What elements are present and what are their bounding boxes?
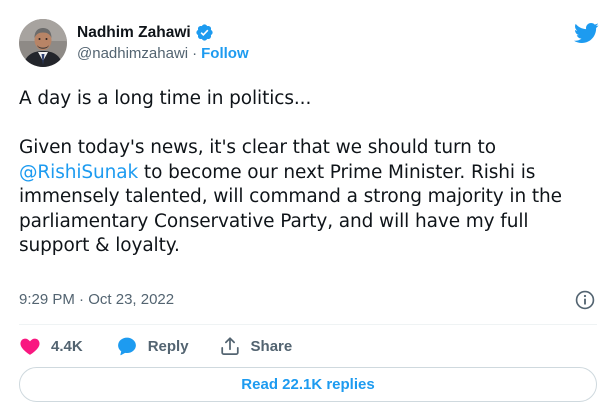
tweet-paragraph-2-start: Given today's news, it's clear that we s… [19,137,496,158]
like-button[interactable]: 4.4K [19,335,83,357]
tweet-time[interactable]: 9:29 PM [19,291,75,308]
author-name[interactable]: Nadhim Zahawi [77,24,191,42]
read-replies-button[interactable]: Read 22.1K replies [19,367,597,402]
share-upload-icon [220,337,239,355]
speech-bubble-icon [117,337,136,356]
share-button[interactable]: Share [219,335,293,357]
tweet-card: Nadhim Zahawi @nadhimzahawi · Follow A d… [0,0,616,405]
tweet-paragraph-2: Given today's news, it's clear that we s… [19,136,604,259]
heart-icon [20,338,40,355]
tweet-date[interactable]: Oct 23, 2022 [88,291,174,308]
tweet-timestamp[interactable]: 9:29 PM · Oct 23, 2022 [19,288,174,310]
tweet-header: Nadhim Zahawi @nadhimzahawi · Follow [19,19,249,67]
verified-badge-icon [195,23,214,42]
follow-button[interactable]: Follow [201,45,249,62]
info-icon[interactable] [574,289,596,311]
reply-button[interactable]: Reply [116,335,189,357]
tweet-actions: 4.4K Reply Share [19,333,292,359]
share-label: Share [250,337,293,355]
tweet-line-1: A day is a long time in politics... [19,88,312,109]
divider [19,324,597,325]
author-identity: Nadhim Zahawi @nadhimzahawi · Follow [77,22,249,64]
avatar[interactable] [19,19,67,67]
author-handle[interactable]: @nadhimzahawi [77,45,188,62]
like-count: 4.4K [51,337,83,355]
tweet-text: A day is a long time in politics... Give… [19,87,604,259]
mention-link[interactable]: @RishiSunak [19,162,138,183]
name-row: Nadhim Zahawi [77,22,249,43]
twitter-bird-icon[interactable] [573,22,599,44]
handle-separator: · [192,45,198,62]
handle-row: @nadhimzahawi · Follow [77,43,249,64]
reply-label: Reply [147,337,189,355]
timestamp-separator: · [74,290,89,308]
